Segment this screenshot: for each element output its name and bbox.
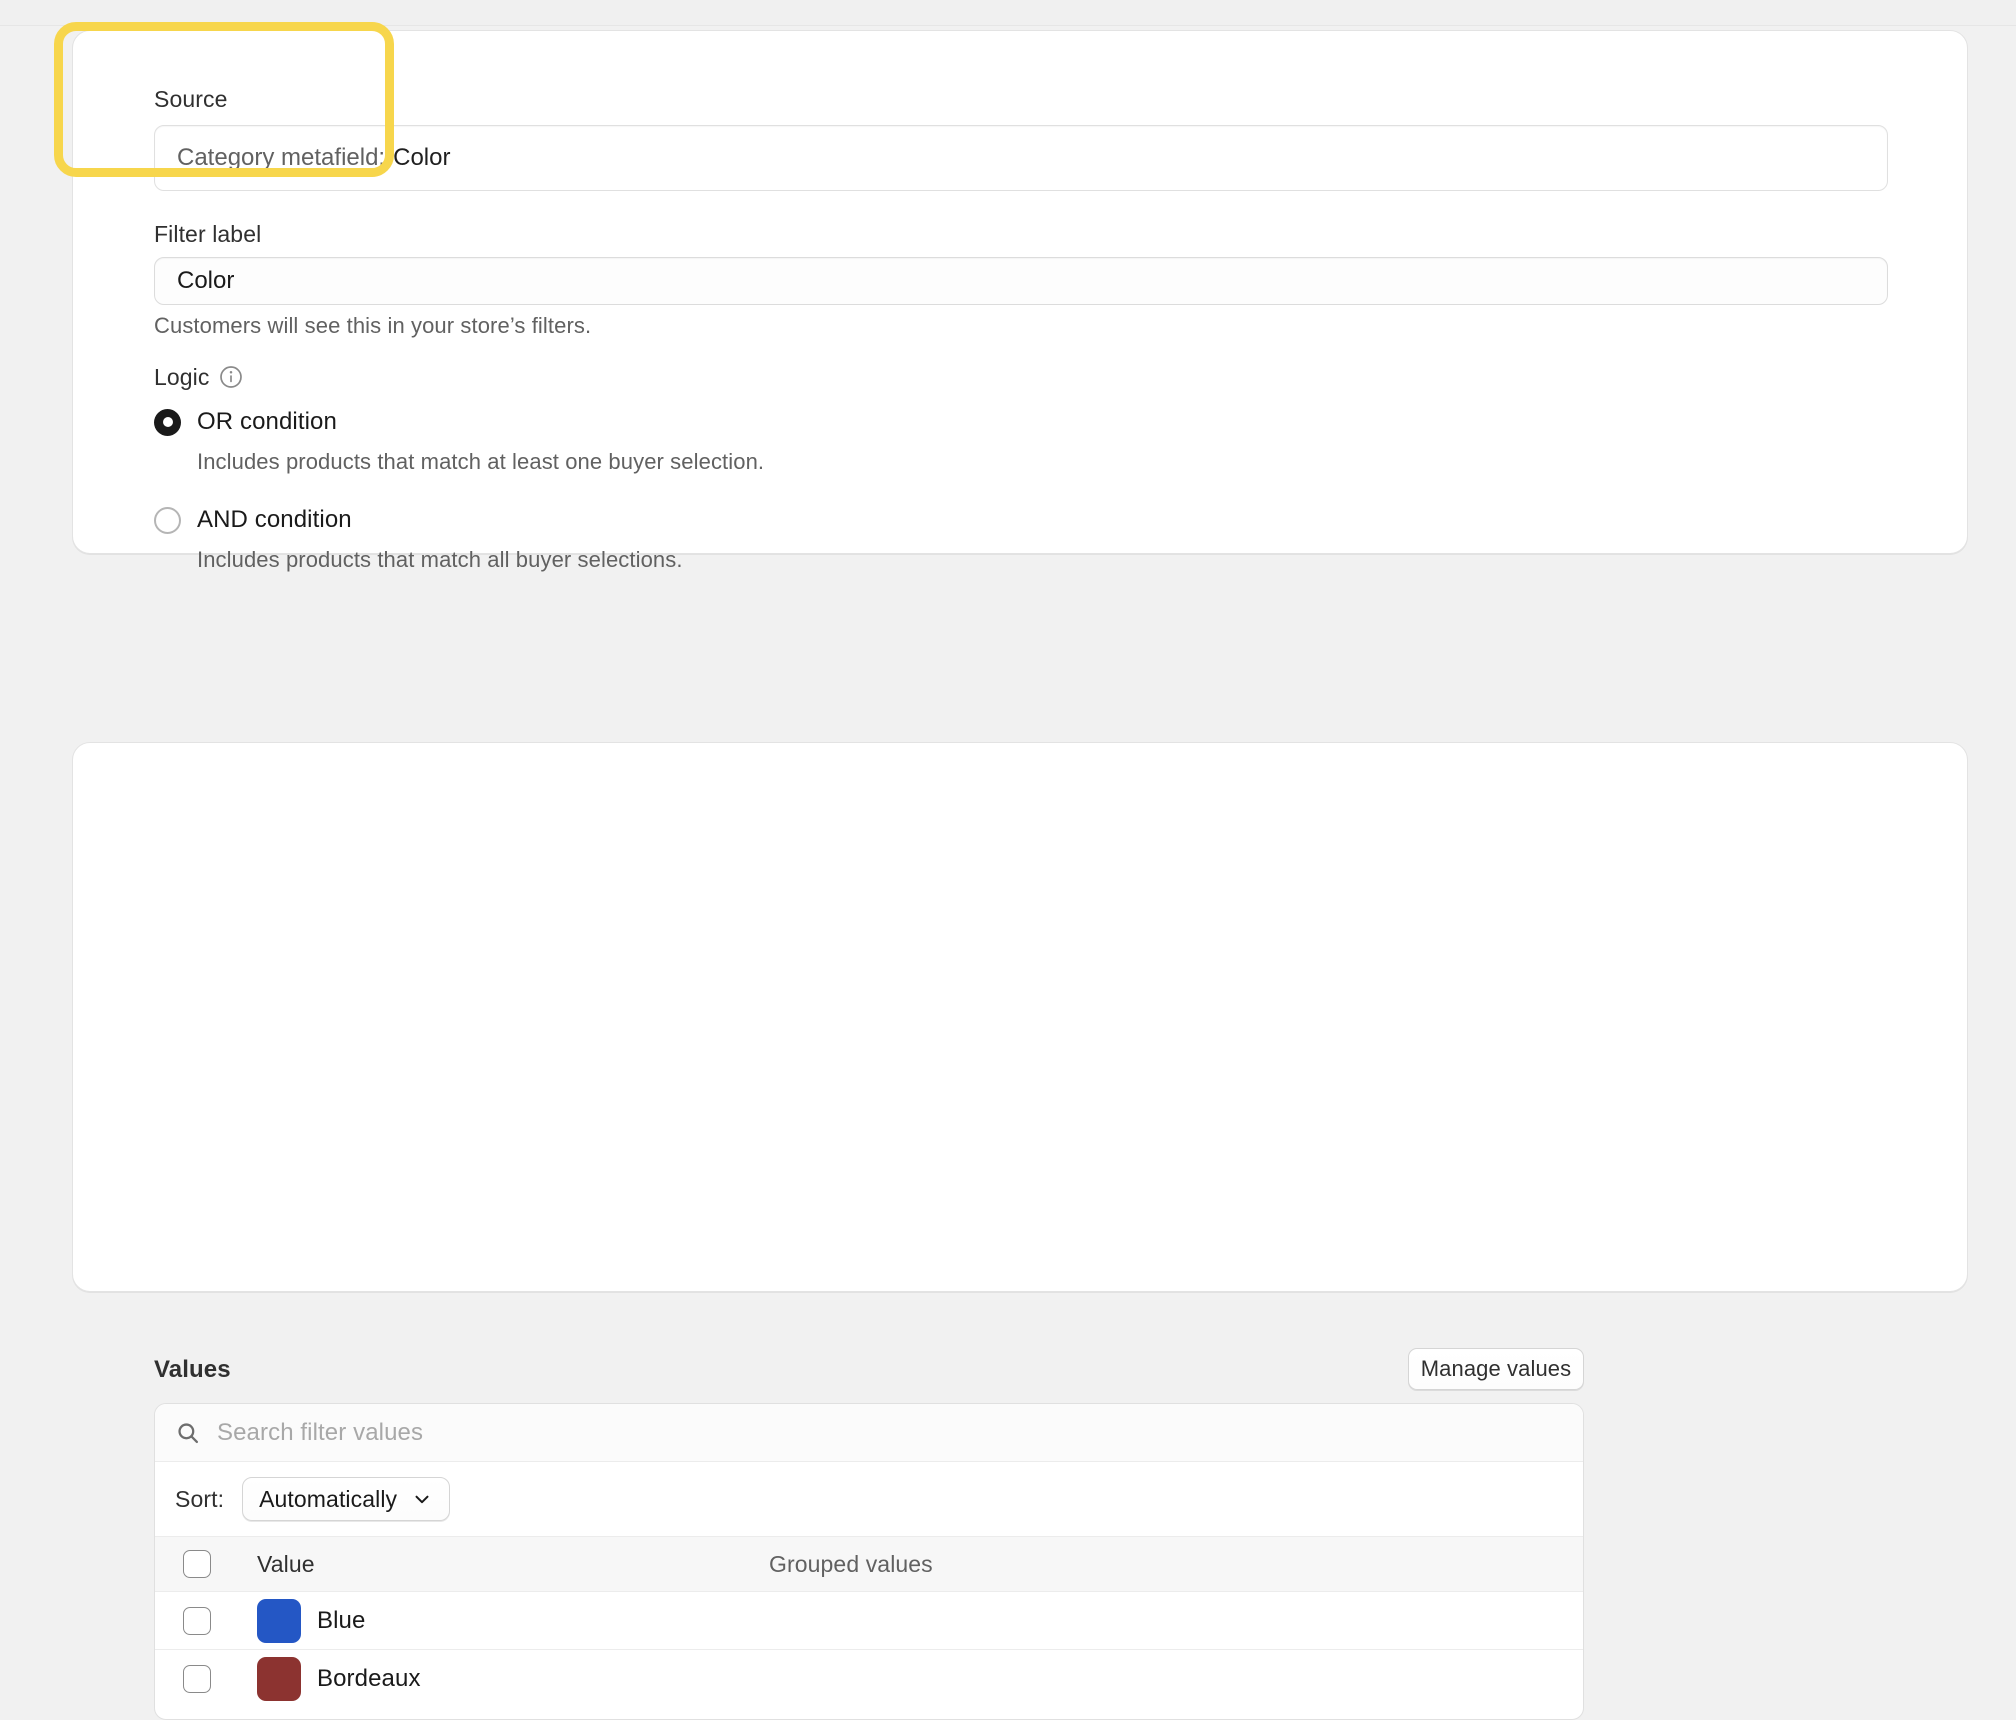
- sort-caption: Sort:: [175, 1485, 225, 1512]
- filter-label-help-text: Customers will see this in your store’s …: [154, 313, 592, 338]
- sort-select-value: Automatically: [259, 1485, 398, 1512]
- sort-row: Sort: Automatically: [155, 1461, 1583, 1536]
- radio-and-condition-description: Includes products that match all buyer s…: [197, 547, 683, 572]
- table-header-checkbox-cell: [155, 1550, 257, 1578]
- sort-select[interactable]: Automatically: [242, 1477, 451, 1521]
- source-field-value: Color: [393, 144, 451, 171]
- row-value-cell: Bordeaux: [257, 1657, 769, 1701]
- search-icon: [175, 1420, 201, 1446]
- search-input[interactable]: [217, 1418, 1563, 1447]
- radio-and-condition-label: AND condition: [197, 506, 352, 533]
- chevron-down-icon: [411, 1488, 433, 1510]
- table-row[interactable]: Blue: [155, 1592, 1583, 1650]
- radio-and-condition[interactable]: [154, 506, 181, 534]
- radio-or-condition-description: Includes products that match at least on…: [197, 449, 765, 474]
- row-checkbox-cell: [155, 1606, 257, 1635]
- logic-label: Logic: [154, 363, 210, 390]
- logic-radio-group: OR condition Includes products that matc…: [154, 405, 1154, 573]
- color-swatch-icon: [257, 1657, 301, 1701]
- filter-label-label: Filter label: [154, 221, 262, 247]
- search-row: [155, 1404, 1583, 1461]
- logic-label-row: Logic: [154, 365, 243, 389]
- source-label: Source: [154, 86, 228, 112]
- values-card: Values Manage values Sort: Automatically: [72, 742, 1968, 1720]
- manage-values-button[interactable]: Manage values: [1408, 1348, 1584, 1390]
- logic-option-or[interactable]: OR condition Includes products that matc…: [154, 405, 1154, 475]
- row-value-cell: Blue: [257, 1598, 769, 1643]
- source-field[interactable]: Category metafield: Color: [154, 125, 1888, 191]
- table-header-value: Value: [257, 1550, 315, 1577]
- source-field-prefix: Category metafield:: [177, 144, 386, 171]
- row-value-label: Blue: [317, 1606, 366, 1634]
- radio-or-condition[interactable]: [154, 408, 181, 436]
- table-header-grouped-values: Grouped values: [769, 1550, 933, 1577]
- source-settings-card: Source Category metafield: Color Filter …: [72, 30, 1968, 572]
- row-checkbox[interactable]: [183, 1665, 211, 1693]
- logic-option-and[interactable]: AND condition Includes products that mat…: [154, 503, 1154, 573]
- values-title: Values: [154, 1356, 231, 1383]
- row-value-label: Bordeaux: [317, 1665, 421, 1692]
- select-all-checkbox[interactable]: [183, 1550, 211, 1578]
- page-top-strip: [0, 0, 2016, 26]
- color-swatch-icon: [257, 1598, 301, 1643]
- row-checkbox[interactable]: [183, 1606, 211, 1635]
- row-checkbox-cell: [155, 1665, 257, 1693]
- radio-or-condition-label: OR condition: [197, 408, 337, 435]
- info-icon[interactable]: [219, 365, 243, 389]
- filter-label-input[interactable]: Color: [154, 257, 1888, 305]
- table-row[interactable]: Bordeaux: [155, 1650, 1583, 1708]
- table-body: Blue Bordeaux: [155, 1592, 1583, 1708]
- table-header-row: Value Grouped values: [155, 1536, 1583, 1592]
- values-panel: Sort: Automatically Value Grouped values: [154, 1403, 1584, 1720]
